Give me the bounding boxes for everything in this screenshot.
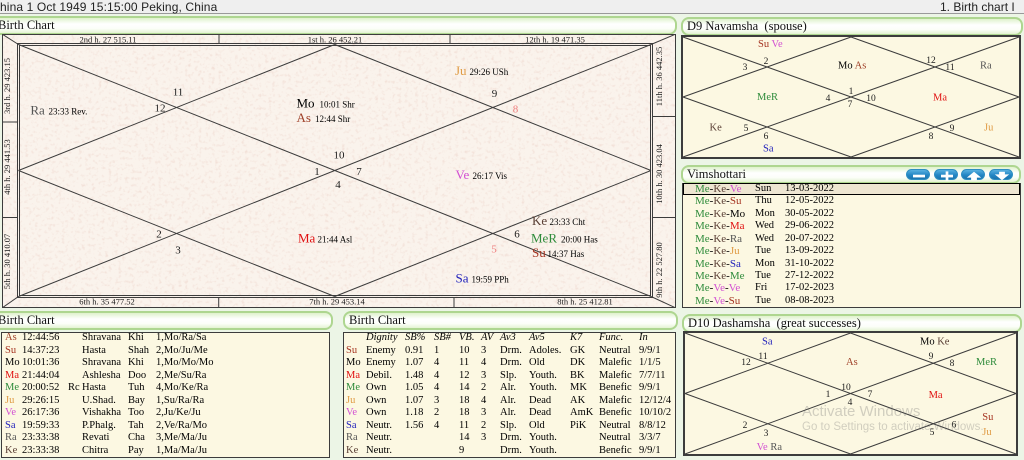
svg-text:2nd h. 27 515.11: 2nd h. 27 515.11 bbox=[79, 35, 136, 45]
svg-text:2: 2 bbox=[743, 421, 748, 431]
svg-text:Sa: Sa bbox=[763, 144, 774, 155]
svg-text:11: 11 bbox=[758, 352, 767, 362]
svg-text:4: 4 bbox=[335, 179, 341, 191]
svg-text:3: 3 bbox=[764, 429, 769, 439]
svg-text:8th h. 25 412.81: 8th h. 25 412.81 bbox=[557, 297, 613, 307]
svg-text:8: 8 bbox=[513, 104, 519, 116]
svg-text:11: 11 bbox=[173, 87, 184, 99]
svg-text:6: 6 bbox=[514, 229, 520, 241]
svg-text:7: 7 bbox=[356, 166, 362, 178]
svg-text:3rd h. 29 423.15: 3rd h. 29 423.15 bbox=[2, 58, 12, 114]
svg-text:2: 2 bbox=[156, 229, 162, 241]
svg-text:Su: Su bbox=[982, 412, 994, 423]
svg-text:MeR: MeR bbox=[757, 92, 778, 103]
svg-text:1: 1 bbox=[314, 166, 320, 178]
svg-text:1: 1 bbox=[849, 87, 854, 97]
svg-text:5: 5 bbox=[744, 124, 749, 134]
svg-text:7th h. 29 453.14: 7th h. 29 453.14 bbox=[309, 297, 365, 307]
svg-text:9th h. 22 527.80: 9th h. 22 527.80 bbox=[654, 242, 664, 298]
svg-text:4: 4 bbox=[826, 94, 831, 104]
svg-text:Ma: Ma bbox=[933, 93, 947, 104]
svg-text:As: As bbox=[846, 357, 858, 368]
svg-text:1st h. 26 452.21: 1st h. 26 452.21 bbox=[308, 35, 363, 45]
svg-text:Su Ve: Su Ve bbox=[758, 39, 783, 50]
svg-text:10: 10 bbox=[841, 383, 851, 393]
svg-text:Ke: Ke bbox=[710, 123, 723, 134]
svg-text:12th h. 19 471.35: 12th h. 19 471.35 bbox=[525, 35, 585, 45]
svg-text:6: 6 bbox=[764, 132, 769, 142]
svg-text:11th h. 36 442.35: 11th h. 36 442.35 bbox=[654, 47, 664, 106]
svg-text:Mo As: Mo As bbox=[838, 61, 866, 72]
svg-text:7: 7 bbox=[868, 390, 873, 400]
svg-text:10: 10 bbox=[866, 94, 876, 104]
svg-text:Mo Ke: Mo Ke bbox=[920, 336, 950, 347]
svg-text:MeR: MeR bbox=[976, 357, 997, 368]
svg-text:5th h. 30 410.07: 5th h. 30 410.07 bbox=[2, 234, 12, 290]
svg-text:Ra: Ra bbox=[980, 61, 992, 72]
svg-text:4th h. 29 441.53: 4th h. 29 441.53 bbox=[2, 139, 12, 195]
svg-text:12: 12 bbox=[741, 358, 751, 368]
svg-text:3: 3 bbox=[175, 245, 181, 257]
svg-text:5: 5 bbox=[491, 244, 497, 256]
svg-text:6th h. 35 477.52: 6th h. 35 477.52 bbox=[79, 297, 135, 307]
svg-text:Ve Ra: Ve Ra bbox=[757, 442, 783, 453]
svg-text:12: 12 bbox=[926, 56, 936, 66]
svg-text:8: 8 bbox=[950, 359, 955, 369]
svg-text:1: 1 bbox=[826, 390, 831, 400]
svg-text:8: 8 bbox=[929, 132, 934, 142]
svg-text:12: 12 bbox=[155, 103, 166, 115]
svg-text:9: 9 bbox=[950, 124, 955, 134]
svg-text:Ju: Ju bbox=[982, 427, 992, 438]
svg-text:10th h. 30 423.04: 10th h. 30 423.04 bbox=[654, 143, 664, 203]
svg-text:Ma: Ma bbox=[929, 390, 943, 401]
svg-text:9: 9 bbox=[929, 352, 934, 362]
svg-text:11: 11 bbox=[945, 63, 954, 73]
svg-text:9: 9 bbox=[492, 88, 498, 100]
svg-text:2: 2 bbox=[764, 57, 769, 67]
svg-text:Ju: Ju bbox=[984, 123, 994, 134]
svg-text:7: 7 bbox=[848, 100, 853, 110]
svg-text:Sa: Sa bbox=[762, 336, 773, 347]
svg-text:10: 10 bbox=[334, 150, 346, 162]
svg-text:3: 3 bbox=[743, 63, 748, 73]
